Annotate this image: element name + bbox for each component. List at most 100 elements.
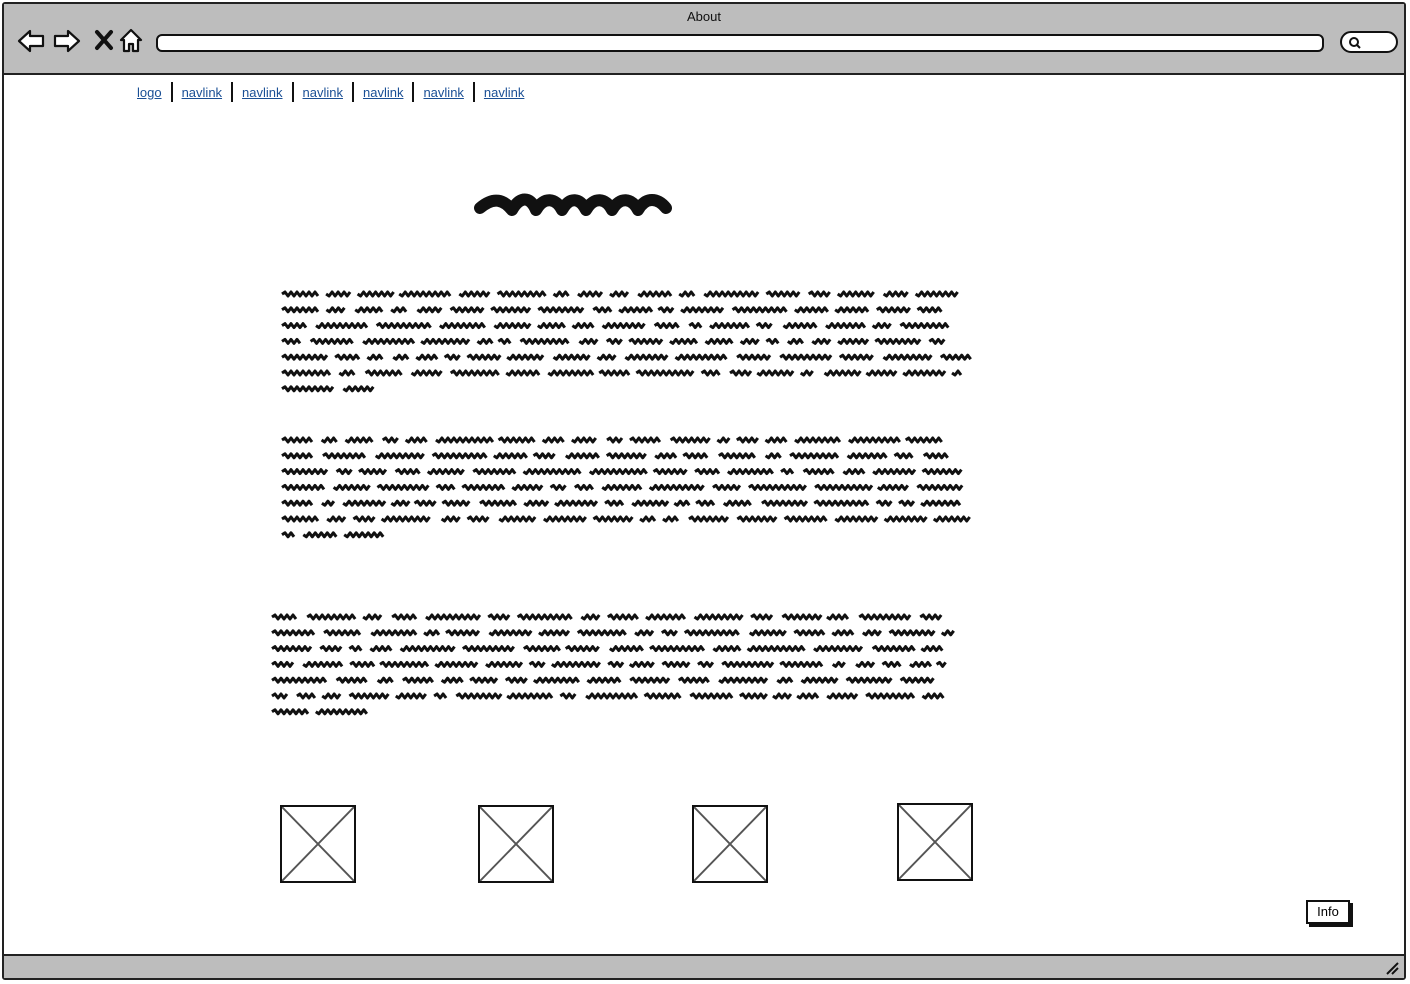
scribble-word	[281, 322, 308, 330]
scribble-word	[882, 353, 933, 361]
scribble-word	[951, 369, 963, 377]
search-field[interactable]	[1340, 31, 1398, 53]
nav-logo-link[interactable]: logo	[136, 85, 163, 100]
scribble-word	[370, 629, 418, 637]
scribble-word	[390, 306, 408, 314]
scribble-word	[449, 306, 485, 314]
scribble-word	[779, 660, 824, 668]
scribble-word	[320, 436, 338, 444]
scribble-word	[811, 337, 832, 345]
scribble-word	[883, 515, 928, 523]
scribble-word	[721, 660, 775, 668]
scribble-word	[779, 353, 833, 361]
scribble-word	[631, 499, 670, 507]
scribble-word	[461, 483, 506, 491]
scribble-word	[909, 660, 933, 668]
back-arrow-icon[interactable]	[16, 26, 46, 56]
nav-link[interactable]: navlink	[302, 85, 344, 100]
nav-separator	[170, 82, 173, 102]
scribble-word	[739, 337, 760, 345]
scribble-word	[281, 337, 302, 345]
scribble-word	[404, 436, 428, 444]
scribble-word	[606, 436, 624, 444]
scribble-word	[335, 468, 353, 476]
scribble-word	[629, 436, 662, 444]
scribble-word	[281, 483, 326, 491]
scribble-word	[488, 629, 533, 637]
scribble-word	[449, 369, 500, 377]
scribble-word	[391, 613, 418, 621]
scribble-word	[765, 337, 780, 345]
scribble-word	[281, 436, 314, 444]
scribble-word	[497, 337, 512, 345]
nav-link[interactable]: navlink	[362, 85, 404, 100]
scribble-word	[761, 499, 809, 507]
scribble-word	[458, 290, 491, 298]
home-icon[interactable]	[116, 26, 146, 56]
scribble-word	[682, 452, 709, 460]
scribble-word	[838, 353, 874, 361]
scribble-word	[836, 290, 875, 298]
scribble-word	[875, 306, 911, 314]
scribble-word	[532, 452, 556, 460]
scribble-word	[394, 692, 427, 700]
resize-handle-icon[interactable]	[1384, 960, 1400, 976]
scribble-word	[431, 452, 488, 460]
scribble-word	[323, 629, 362, 637]
scribble-word	[537, 306, 585, 314]
scribble-word	[271, 676, 328, 684]
nav-link[interactable]: navlink	[422, 85, 464, 100]
scribble-word	[786, 337, 804, 345]
scribble-word	[657, 306, 675, 314]
nav-link[interactable]: navlink	[241, 85, 283, 100]
scribble-word	[605, 337, 623, 345]
scribble-word	[342, 385, 375, 393]
scribble-word	[845, 676, 893, 684]
scribble-word	[654, 452, 678, 460]
scribble-word	[607, 660, 625, 668]
scribble-word	[861, 629, 882, 637]
scribble-word	[689, 692, 734, 700]
scribble-word	[902, 369, 947, 377]
scribble-word	[634, 629, 655, 637]
scribble-word	[669, 337, 699, 345]
scribble-word	[605, 452, 647, 460]
scribble-word	[919, 613, 943, 621]
scribble-word	[401, 676, 434, 684]
scribble-word	[939, 353, 972, 361]
scribble-word	[356, 290, 395, 298]
scribble-word	[344, 436, 374, 444]
scribble-word	[413, 499, 437, 507]
info-button[interactable]: Info	[1306, 900, 1350, 924]
scribble-word	[823, 369, 862, 377]
scribble-word	[314, 708, 368, 716]
scribble-word	[677, 676, 710, 684]
scribble-word	[780, 468, 795, 476]
scribble-word	[461, 645, 515, 653]
nav-separator	[351, 82, 354, 102]
scribble-word	[522, 468, 582, 476]
forward-arrow-icon[interactable]	[52, 26, 82, 56]
scribble-word	[628, 337, 664, 345]
nav-link[interactable]: navlink	[483, 85, 525, 100]
scribble-word	[888, 629, 936, 637]
status-bar	[4, 954, 1404, 978]
scribble-word	[554, 499, 599, 507]
scribble-word	[678, 290, 696, 298]
scribble-word	[379, 660, 430, 668]
scribble-word	[709, 322, 751, 330]
scribble-word	[552, 290, 570, 298]
scribble-word	[536, 322, 566, 330]
scribble-word	[335, 676, 368, 684]
scribble-word	[608, 645, 644, 653]
scribble-word	[764, 436, 788, 444]
scribble-word	[516, 613, 573, 621]
scribble-word	[876, 483, 909, 491]
scribble-word	[635, 369, 695, 377]
address-bar[interactable]	[156, 34, 1324, 52]
nav-link[interactable]: navlink	[181, 85, 223, 100]
scribble-word	[718, 676, 769, 684]
scribble-word	[322, 452, 367, 460]
scribble-word	[935, 660, 947, 668]
scribble-word	[831, 660, 846, 668]
